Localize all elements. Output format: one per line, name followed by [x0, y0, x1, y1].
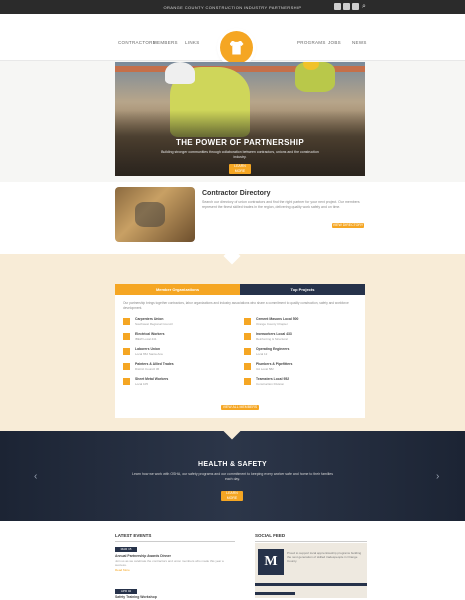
events-title: LATEST EVENTS [115, 533, 152, 538]
org-desc: IBEW Local 441 [135, 336, 157, 341]
org-desc: Reinforcing & Structural [256, 336, 288, 341]
org-item[interactable]: Teamsters Local 952 Construction Division [244, 377, 357, 389]
tab-top-projects[interactable]: Top Projects [240, 284, 365, 295]
view-all-members-button[interactable]: View All Members [221, 405, 259, 410]
social-divider [255, 541, 367, 542]
tab-member-organizations[interactable]: Member Organizations [115, 284, 240, 295]
event-read-more[interactable]: Read More [115, 568, 130, 572]
facebook-icon[interactable] [334, 3, 341, 10]
org-text: Painters & Allied Trades District Council… [135, 362, 174, 371]
members-section: Member Organizations Top Projects Our pa… [0, 247, 465, 431]
safety-banner: ‹ HEALTH & SAFETY Learn how we work with… [0, 422, 465, 521]
org-icon [244, 378, 251, 385]
org-text: Teamsters Local 952 Construction Division [256, 377, 289, 386]
org-desc: Southwest Regional Council [135, 321, 173, 326]
org-icon [123, 318, 130, 325]
social-feed-card[interactable]: M Proud to support local apprenticeship … [255, 543, 367, 598]
main-nav: Contractors Members Links Programs Jobs … [0, 14, 465, 64]
prev-arrow-icon[interactable]: ‹ [34, 471, 37, 482]
org-icon [244, 348, 251, 355]
org-list: Carpenters Union Southwest Regional Counc… [123, 317, 357, 389]
org-desc: Orange County Chapter [256, 321, 288, 326]
org-icon [244, 363, 251, 370]
org-item[interactable]: Sheet Metal Workers Local 105 [123, 377, 236, 389]
shirt-icon [229, 40, 244, 55]
org-item[interactable]: Operating Engineers Local 12 [244, 347, 357, 359]
top-bar: ORANGE COUNTY CONSTRUCTION INDUSTRY PART… [0, 0, 465, 14]
org-desc: District Council 36 [135, 366, 160, 371]
org-text: Cement Masons Local 500 Orange County Cha… [256, 317, 298, 326]
social-title: SOCIAL FEED [255, 533, 286, 538]
safety-title: HEALTH & SAFETY [198, 461, 267, 468]
org-icon [244, 318, 251, 325]
org-icon [244, 333, 251, 340]
hero-title: THE POWER OF PARTNERSHIP [176, 138, 304, 147]
safety-subtitle: Learn how we work with OSHA, our safety … [132, 472, 333, 481]
members-panel: Our partnership brings together contract… [115, 295, 365, 418]
org-desc: Local 12 [256, 351, 268, 356]
event-desc: Join us as we celebrate the contractors … [115, 559, 224, 567]
org-icon [123, 333, 130, 340]
org-icon [123, 378, 130, 385]
tab-bar: Member Organizations Top Projects [115, 284, 365, 295]
org-desc: Local 105 [135, 381, 149, 386]
top-bar-text: ORANGE COUNTY CONSTRUCTION INDUSTRY PART… [163, 4, 302, 10]
org-text: Ironworkers Local 433 Reinforcing & Struc… [256, 332, 292, 341]
event-date: APR 02 [115, 589, 137, 594]
org-item[interactable]: Carpenters Union Southwest Regional Counc… [123, 317, 236, 329]
org-text: Plumbers & Pipefitters UA Local 582 [256, 362, 292, 371]
next-arrow-icon[interactable]: › [436, 471, 439, 482]
hero-helmet [165, 62, 195, 84]
event-title[interactable]: Safety Training Workshop [115, 595, 157, 599]
directory-section: Contractor Directory Search our director… [0, 182, 465, 254]
events-divider [115, 541, 235, 542]
org-text: Carpenters Union Southwest Regional Counc… [135, 317, 173, 326]
org-item[interactable]: Cement Masons Local 500 Orange County Cha… [244, 317, 357, 329]
nav-item-contractors[interactable]: Contractors [118, 40, 156, 45]
directory-image [115, 187, 195, 242]
feed-bar-short [255, 592, 295, 595]
feed-bar [255, 583, 367, 586]
org-text: Operating Engineers Local 12 [256, 347, 289, 356]
twitter-icon[interactable] [343, 3, 350, 10]
hero-button[interactable]: Learn More [229, 164, 251, 174]
org-desc: Construction Division [256, 381, 285, 386]
nav-item-links[interactable]: Links [185, 40, 200, 45]
nav-item-news[interactable]: News [352, 40, 367, 45]
org-icon [123, 348, 130, 355]
org-desc: Local 652 Santa Ana [135, 351, 163, 356]
hero-subtitle: Building stronger communities through co… [161, 150, 319, 159]
org-text: Laborers Union Local 652 Santa Ana [135, 347, 163, 356]
org-item[interactable]: Ironworkers Local 433 Reinforcing & Struc… [244, 332, 357, 344]
bottom-section: LATEST EVENTS MAR 15 Annual Partnership … [0, 521, 465, 600]
safety-button[interactable]: Learn More [221, 491, 243, 501]
org-icon [123, 363, 130, 370]
nav-item-programs[interactable]: Programs [297, 40, 326, 45]
org-item[interactable]: Painters & Allied Trades District Council… [123, 362, 236, 374]
members-intro: Our partnership brings together contract… [123, 301, 349, 310]
hero-banner: THE POWER OF PARTNERSHIP Building strong… [115, 62, 365, 176]
org-text: Electrical Workers IBEW Local 441 [135, 332, 165, 341]
org-item[interactable]: Laborers Union Local 652 Santa Ana [123, 347, 236, 359]
directory-button[interactable]: View Directory [332, 223, 364, 228]
org-text: Sheet Metal Workers Local 105 [135, 377, 168, 386]
org-desc: UA Local 582 [256, 366, 274, 371]
feed-text: Proud to support local apprenticeship pr… [287, 551, 362, 563]
directory-text: Search our directory of union contractor… [202, 200, 360, 209]
org-item[interactable]: Electrical Workers IBEW Local 441 [123, 332, 236, 344]
event-title[interactable]: Annual Partnership Awards Dinner [115, 554, 171, 558]
search-icon[interactable]: ⌕ [362, 3, 369, 10]
site-logo[interactable] [220, 31, 253, 64]
nav-item-members[interactable]: Members [153, 40, 178, 45]
social-icons [334, 3, 359, 10]
org-item[interactable]: Plumbers & Pipefitters UA Local 582 [244, 362, 357, 374]
nav-item-jobs[interactable]: Jobs [328, 40, 341, 45]
feed-logo: M [258, 549, 284, 575]
directory-title: Contractor Directory [202, 190, 271, 197]
linkedin-icon[interactable] [352, 3, 359, 10]
event-date: MAR 15 [115, 547, 137, 552]
